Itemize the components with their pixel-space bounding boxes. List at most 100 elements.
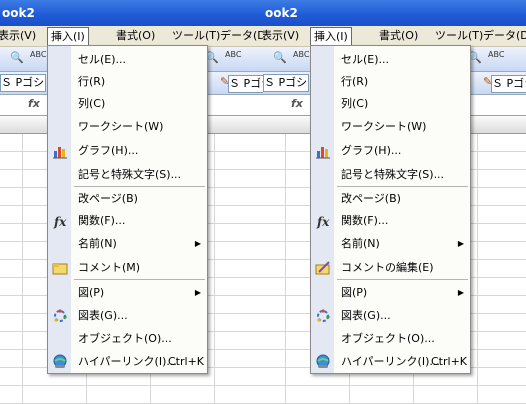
menu-item-label: 記号と特殊文字(S)...: [78, 168, 182, 181]
menu-item-12[interactable]: オブジェクト(O)...: [48, 328, 207, 350]
submenu-arrow-icon: ▶: [457, 288, 464, 297]
fx-label[interactable]: fx: [291, 97, 303, 110]
diagram-icon: [315, 308, 331, 324]
window-right: ook2 表示(V)挿入(I)書式(O)ツール(T)データ(D) 🔍 ABC ↷…: [263, 0, 526, 404]
menu-item-2[interactable]: 列(C): [311, 93, 470, 115]
menubar-item-3[interactable]: ツール(T): [172, 28, 220, 44]
menu-item-0[interactable]: セル(E)...: [48, 49, 207, 71]
menu-item-11[interactable]: 図表(G)...: [311, 305, 470, 327]
menubar-item-2[interactable]: 書式(O): [116, 28, 155, 44]
edit-comment-icon: [315, 260, 331, 276]
menu-item-label: ワークシート(W): [78, 120, 164, 133]
hyperlink-icon: [52, 354, 68, 370]
autosum-icon[interactable]: ABC: [225, 50, 241, 59]
title-bar: ook2: [0, 0, 263, 26]
function-icon: fx: [315, 213, 331, 229]
menu-separator: [337, 279, 468, 280]
menubar-item-4[interactable]: データ(D): [220, 28, 263, 44]
autosum-icon[interactable]: ABC: [488, 50, 504, 59]
menu-item-label: 列(C): [341, 97, 369, 110]
spelling-icon[interactable]: ABC: [30, 50, 46, 59]
menu-item-label: 列(C): [78, 97, 106, 110]
menu-item-label: 名前(N): [341, 237, 380, 250]
menu-item-9[interactable]: コメントの編集(E): [311, 257, 470, 279]
menu-item-4[interactable]: グラフ(H)...: [48, 140, 207, 162]
font-name-box[interactable]: Ｓ Pゴシック: [0, 74, 46, 92]
menu-separator: [74, 186, 205, 187]
menu-item-9[interactable]: コメント(M): [48, 257, 207, 279]
menu-item-6[interactable]: 改ページ(B): [48, 188, 207, 210]
spelling-icon[interactable]: ABC: [293, 50, 309, 59]
menu-item-label: オブジェクト(O)...: [341, 332, 435, 345]
menu-item-11[interactable]: 図表(G)...: [48, 305, 207, 327]
font-name-box-2[interactable]: Ｓ Pゴシック: [491, 75, 526, 93]
menu-item-shortcut: Ctrl+K: [168, 355, 205, 368]
print-preview-icon[interactable]: 🔍: [10, 51, 24, 64]
menu-item-label: 関数(F)...: [341, 214, 389, 227]
hyperlink-icon: [315, 354, 331, 370]
menu-item-label: 図(P): [341, 286, 368, 299]
submenu-arrow-icon: ▶: [194, 288, 201, 297]
menu-item-shortcut: Ctrl+K: [431, 355, 468, 368]
menubar-item-2[interactable]: 書式(O): [379, 28, 418, 44]
menu-bar: 表示(V) 挿入(I) 書式(O) ツール(T)データ(D): [0, 26, 263, 47]
menu-item-label: 行(R): [78, 75, 106, 88]
comment-icon: [52, 260, 68, 276]
window-title: ook2: [265, 6, 298, 20]
title-bar: ook2: [263, 0, 526, 26]
menu-item-6[interactable]: 改ページ(B): [311, 188, 470, 210]
menu-separator: [337, 186, 468, 187]
window-title: ook2: [2, 6, 35, 20]
chart-icon: [52, 143, 68, 159]
menubar-item-1[interactable]: 挿入(I): [47, 27, 89, 47]
insert-menu: セル(E)... 行(R) 列(C) ワークシート(W) グラフ(H)... 記号と特殊文…: [47, 45, 208, 374]
menu-item-label: 改ページ(B): [341, 192, 401, 205]
diagram-icon: [52, 308, 68, 324]
menu-item-8[interactable]: 名前(N) ▶: [311, 233, 470, 255]
menu-item-label: 図表(G)...: [341, 309, 391, 322]
fx-label[interactable]: fx: [28, 97, 40, 110]
menu-item-label: 改ページ(B): [78, 192, 138, 205]
menu-item-label: 記号と特殊文字(S)...: [341, 168, 445, 181]
menu-item-5[interactable]: 記号と特殊文字(S)...: [311, 164, 470, 186]
menu-item-5[interactable]: 記号と特殊文字(S)...: [48, 164, 207, 186]
menu-item-4[interactable]: グラフ(H)...: [311, 140, 470, 162]
font-name-box[interactable]: Ｓ Pゴシック: [263, 74, 309, 92]
menu-item-label: オブジェクト(O)...: [78, 332, 172, 345]
menu-item-7[interactable]: fx 関数(F)...: [311, 210, 470, 232]
insert-menu: セル(E)... 行(R) 列(C) ワークシート(W) グラフ(H)... 記号と特殊文…: [310, 45, 471, 374]
function-icon: fx: [52, 213, 68, 229]
menu-item-label: 行(R): [341, 75, 369, 88]
menu-bar: 表示(V) 挿入(I) 書式(O) ツール(T)データ(D): [263, 26, 526, 47]
menu-item-3[interactable]: ワークシート(W): [48, 116, 207, 138]
menu-item-label: グラフ(H)...: [78, 144, 139, 157]
print-preview-icon[interactable]: 🔍: [273, 51, 287, 64]
menu-item-7[interactable]: fx 関数(F)...: [48, 210, 207, 232]
menu-item-label: ハイパーリンク(I)...: [78, 355, 177, 368]
menu-item-label: ハイパーリンク(I)...: [341, 355, 440, 368]
menu-item-label: 図表(G)...: [78, 309, 128, 322]
menu-item-label: ワークシート(W): [341, 120, 427, 133]
menu-item-13[interactable]: ハイパーリンク(I)... Ctrl+K: [48, 351, 207, 373]
menu-item-label: コメント(M): [78, 261, 141, 274]
menu-item-label: 図(P): [78, 286, 105, 299]
font-name-box-2[interactable]: Ｓ Pゴシック: [228, 75, 263, 93]
menu-item-10[interactable]: 図(P) ▶: [311, 282, 470, 304]
menu-item-1[interactable]: 行(R): [311, 71, 470, 93]
menu-item-12[interactable]: オブジェクト(O)...: [311, 328, 470, 350]
menubar-item-1[interactable]: 挿入(I): [310, 27, 352, 47]
menu-item-1[interactable]: 行(R): [48, 71, 207, 93]
menubar-item-3[interactable]: ツール(T): [435, 28, 483, 44]
menu-separator: [74, 279, 205, 280]
menubar-item-4[interactable]: データ(D): [483, 28, 526, 44]
svg-text:fx: fx: [316, 215, 330, 229]
menubar-item-0[interactable]: 表示(V): [0, 28, 36, 44]
menu-item-2[interactable]: 列(C): [48, 93, 207, 115]
menu-item-0[interactable]: セル(E)...: [311, 49, 470, 71]
menu-item-13[interactable]: ハイパーリンク(I)... Ctrl+K: [311, 351, 470, 373]
menu-item-label: 名前(N): [78, 237, 117, 250]
menu-item-8[interactable]: 名前(N) ▶: [48, 233, 207, 255]
menubar-item-0[interactable]: 表示(V): [263, 28, 299, 44]
menu-item-3[interactable]: ワークシート(W): [311, 116, 470, 138]
menu-item-10[interactable]: 図(P) ▶: [48, 282, 207, 304]
